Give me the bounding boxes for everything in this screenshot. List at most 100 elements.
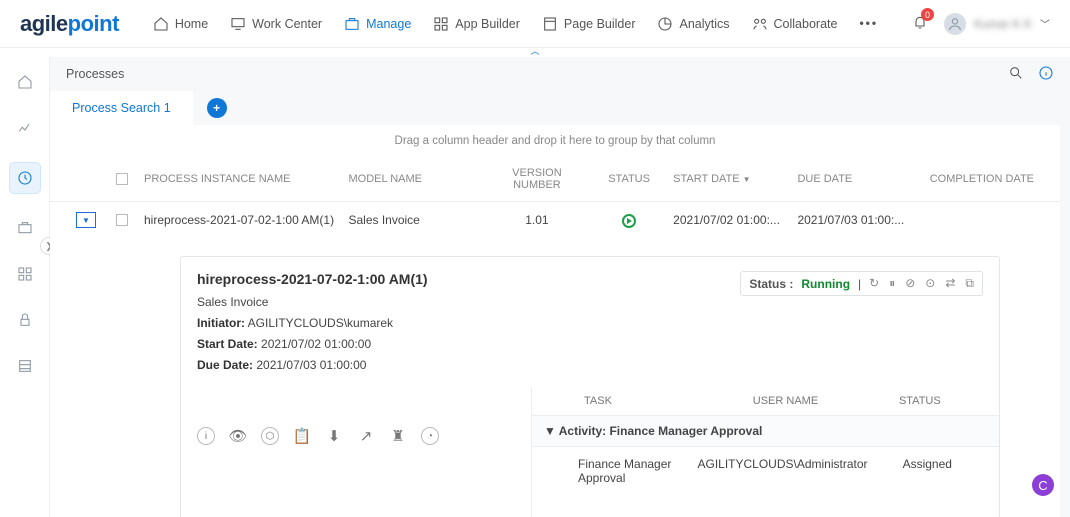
rail-apps[interactable] bbox=[14, 263, 36, 285]
activity-group-row[interactable]: ▼ Activity: Finance Manager Approval bbox=[532, 415, 999, 447]
cell-start: 2021/07/02 01:00:... bbox=[667, 209, 791, 231]
page-icon bbox=[542, 16, 558, 32]
export-action-icon[interactable]: ⬇ bbox=[325, 427, 343, 445]
task-name: Finance Manager Approval bbox=[544, 457, 697, 485]
info-icon[interactable] bbox=[1038, 65, 1054, 84]
status-chip: Status : Running | ↻ ⏸ ⊘ ⊙ ⇄ ⧉ bbox=[740, 271, 983, 296]
nav-manage-label: Manage bbox=[366, 17, 411, 31]
task-user: AGILITYCLOUDS\Administrator bbox=[697, 457, 867, 485]
header-collapse-toggle[interactable]: ︿ bbox=[0, 44, 1070, 57]
nav-page-builder[interactable]: Page Builder bbox=[542, 16, 636, 32]
col-start-date[interactable]: START DATE▼ bbox=[667, 169, 791, 189]
detail-title: hireprocess-2021-07-02-1:00 AM(1) bbox=[197, 271, 428, 287]
notification-badge: 0 bbox=[921, 8, 934, 21]
subcol-user: USER NAME bbox=[718, 395, 852, 407]
page-actions bbox=[1008, 65, 1054, 84]
search-icon[interactable] bbox=[1008, 65, 1024, 84]
tree-action-icon[interactable]: ♜ bbox=[389, 427, 407, 445]
copy-icon[interactable]: ⧉ bbox=[965, 276, 974, 291]
briefcase-icon bbox=[344, 16, 360, 32]
brand-logo: agilepoint bbox=[20, 11, 119, 37]
subcol-task: TASK bbox=[544, 395, 718, 407]
tab-process-search[interactable]: Process Search 1 bbox=[50, 91, 193, 125]
status-label: Status : bbox=[749, 277, 793, 291]
rail-work[interactable] bbox=[14, 217, 36, 239]
col-completion-date[interactable]: COMPLETION DATE bbox=[916, 169, 1040, 189]
running-status-icon bbox=[622, 214, 636, 228]
row-expand-toggle[interactable]: ▼ bbox=[76, 212, 96, 228]
task-row[interactable]: Finance Manager Approval AGILITYCLOUDS\A… bbox=[532, 447, 999, 495]
timer-action-icon[interactable]: ◔ bbox=[421, 427, 439, 445]
col-process-name[interactable]: PROCESS INSTANCE NAME bbox=[138, 169, 342, 189]
chevron-down-icon: ﹀ bbox=[1040, 16, 1050, 31]
nav-collaborate-label: Collaborate bbox=[774, 17, 838, 31]
chart-icon bbox=[657, 16, 673, 32]
nav-manage[interactable]: Manage bbox=[344, 16, 411, 32]
monitor-icon bbox=[230, 16, 246, 32]
notifications-button[interactable]: 0 bbox=[912, 14, 928, 33]
select-all-checkbox[interactable] bbox=[116, 173, 128, 185]
initiator-label: Initiator: bbox=[197, 316, 245, 330]
subcol-status: STATUS bbox=[853, 395, 987, 407]
collaborate-icon bbox=[752, 16, 768, 32]
status-divider: | bbox=[858, 277, 861, 291]
nav-more[interactable]: ••• bbox=[859, 16, 878, 32]
user-menu[interactable]: Kumar K K ﹀ bbox=[944, 13, 1050, 35]
rail-data[interactable] bbox=[14, 355, 36, 377]
top-right: 0 Kumar K K ﹀ bbox=[912, 13, 1050, 35]
info-action-icon[interactable]: i bbox=[197, 427, 215, 445]
nav-home[interactable]: Home bbox=[153, 16, 208, 32]
page-header: Processes bbox=[50, 57, 1070, 91]
help-speed-dial[interactable]: C bbox=[1032, 474, 1054, 496]
diagram-action-icon[interactable]: ⬡ bbox=[261, 427, 279, 445]
stop-icon[interactable]: ⊘ bbox=[905, 276, 915, 291]
restart-icon[interactable]: ⊙ bbox=[925, 276, 935, 291]
task-subgrid: TASK USER NAME STATUS ▼ Activity: Financ… bbox=[531, 387, 999, 517]
cell-completion bbox=[916, 216, 1040, 224]
start-label: Start Date: bbox=[197, 337, 258, 351]
sort-desc-icon: ▼ bbox=[743, 175, 751, 184]
row-checkbox[interactable] bbox=[116, 214, 128, 226]
nav-work-center[interactable]: Work Center bbox=[230, 16, 322, 32]
cell-status bbox=[591, 209, 667, 232]
process-grid: Drag a column header and drop it here to… bbox=[50, 125, 1060, 517]
nav-home-label: Home bbox=[175, 17, 208, 31]
col-status[interactable]: STATUS bbox=[591, 169, 667, 189]
table-row[interactable]: ▼ hireprocess-2021-07-02-1:00 AM(1) Sale… bbox=[50, 202, 1060, 238]
nav-analytics-label: Analytics bbox=[679, 17, 729, 31]
swap-icon[interactable]: ⇄ bbox=[945, 276, 955, 291]
home-icon bbox=[153, 16, 169, 32]
side-rail: ❯ bbox=[0, 57, 50, 517]
pause-icon[interactable]: ⏸ bbox=[889, 276, 895, 291]
nav-app-builder[interactable]: App Builder bbox=[433, 16, 520, 32]
rail-security[interactable] bbox=[14, 309, 36, 331]
user-name-label: Kumar K K bbox=[974, 17, 1032, 31]
rail-dashboard[interactable] bbox=[14, 117, 36, 139]
nav-analytics[interactable]: Analytics bbox=[657, 16, 729, 32]
due-label: Due Date: bbox=[197, 358, 253, 372]
cell-due: 2021/07/03 01:00:... bbox=[791, 209, 915, 231]
add-tab-button[interactable]: + bbox=[207, 98, 227, 118]
share-action-icon[interactable]: ↗ bbox=[357, 427, 375, 445]
cell-version: 1.01 bbox=[483, 209, 591, 231]
nav-collaborate[interactable]: Collaborate bbox=[752, 16, 838, 32]
col-due-date[interactable]: DUE DATE bbox=[791, 169, 915, 189]
subgrid-header: TASK USER NAME STATUS bbox=[532, 387, 999, 415]
refresh-icon[interactable]: ↻ bbox=[869, 276, 879, 291]
rail-processes[interactable] bbox=[10, 163, 40, 193]
nav-app-builder-label: App Builder bbox=[455, 17, 520, 31]
rail-home[interactable] bbox=[14, 71, 36, 93]
col-model-name[interactable]: MODEL NAME bbox=[342, 169, 482, 189]
group-drop-hint: Drag a column header and drop it here to… bbox=[50, 125, 1060, 157]
view-action-icon[interactable]: 👁 bbox=[229, 427, 247, 445]
main-content: Processes Process Search 1 + Drag a colu… bbox=[50, 57, 1070, 517]
task-status: Assigned bbox=[868, 457, 987, 485]
cell-process-name: hireprocess-2021-07-02-1:00 AM(1) bbox=[138, 209, 342, 231]
clipboard-action-icon[interactable]: 📋 bbox=[293, 427, 311, 445]
tab-strip: Process Search 1 + bbox=[50, 91, 1070, 125]
col-version[interactable]: VERSION NUMBER bbox=[483, 163, 591, 195]
initiator-value: AGILITYCLOUDS\kumarek bbox=[248, 316, 393, 330]
start-value: 2021/07/02 01:00:00 bbox=[261, 337, 371, 351]
status-value: Running bbox=[801, 277, 850, 291]
top-bar: agilepoint Home Work Center Manage App B… bbox=[0, 0, 1070, 48]
